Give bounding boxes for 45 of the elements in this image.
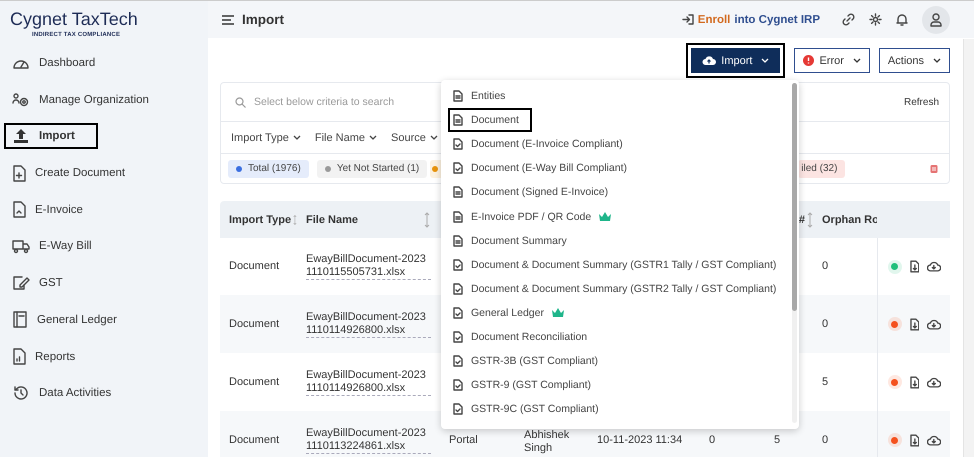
menu-item[interactable]: Document & Document Summary (GSTR1 Tally / GST Compliant) <box>448 252 782 277</box>
filter-dropdown[interactable]: File Name <box>314 132 378 144</box>
menu-item[interactable]: Document <box>448 108 532 132</box>
sidebar-item[interactable]: Manage Organization <box>4 86 157 113</box>
table-cell: Document <box>220 295 297 353</box>
file-link[interactable]: EwayBillDocument-20231110114926800.xlsx <box>306 368 431 396</box>
sidebar-item[interactable]: Reports <box>4 344 84 370</box>
sidebar-item[interactable]: Data Activities <box>4 380 120 406</box>
brand-name: Cygnet TaxTech <box>10 9 138 29</box>
menu-item[interactable]: Document Summary <box>448 228 572 253</box>
menu-item[interactable]: Document (E-Way Bill Compliant) <box>448 156 632 180</box>
menu-item[interactable]: General Ledger <box>448 300 569 325</box>
status-chip[interactable]: iled (32) <box>798 160 846 178</box>
menu-item[interactable]: E-Invoice PDF / QR Code <box>448 204 616 229</box>
sidebar-item[interactable]: Create Document <box>4 160 134 186</box>
menu-item[interactable]: Document (E-Invoice Compliant) <box>448 132 628 156</box>
sidebar-item[interactable]: Dashboard <box>4 50 104 76</box>
menu-item[interactable]: GSTR-9 (GST Compliant) <box>448 373 596 398</box>
status-chip[interactable]: Total (1976) <box>228 160 309 178</box>
menu-item[interactable]: Document Reconciliation <box>448 324 592 350</box>
menu-item[interactable]: Entities <box>448 84 510 108</box>
filter-dropdown[interactable]: Import Type <box>231 132 301 144</box>
menu-item[interactable]: GSTR-3B (GST Compliant) <box>448 349 603 374</box>
menu-item[interactable]: Document (Signed E-Invoice) <box>448 180 614 204</box>
column-header[interactable]: File Name <box>306 214 358 226</box>
file-link[interactable]: EwayBillDocument-20231110113224861.xlsx <box>306 426 431 454</box>
file-link[interactable]: EwayBillDocument-20231110115505731.xlsx <box>306 253 431 280</box>
refresh-link[interactable]: Refresh <box>904 96 939 108</box>
file-link[interactable]: EwayBillDocument-20231110114926800.xlsx <box>306 310 431 338</box>
page-title: Import <box>242 12 284 27</box>
menu-item[interactable]: Document & Document Summary (GSTR2 Tally / GST Compliant) <box>448 276 782 301</box>
column-header[interactable]: Import Type <box>229 214 292 226</box>
column-header[interactable]: # <box>798 214 805 226</box>
table-cell: 0 <box>815 295 877 353</box>
table-cell: 0 <box>815 411 877 457</box>
sidebar-item[interactable]: General Ledger <box>4 306 125 333</box>
filter-dropdown[interactable]: Source <box>391 132 438 144</box>
sidebar-item[interactable]: E-Invoice <box>4 196 91 223</box>
sidebar-item[interactable]: Import <box>4 123 98 150</box>
table-cell: Document <box>220 411 297 457</box>
enroll-link[interactable]: Enroll into Cygnet IRP <box>682 14 820 26</box>
status-chip[interactable]: Yet Not Started (1) <box>316 160 428 178</box>
import-button[interactable]: Import <box>686 43 786 78</box>
sidebar-item[interactable]: GST <box>4 270 71 296</box>
sidebar-item[interactable]: E-Way Bill <box>4 233 100 260</box>
